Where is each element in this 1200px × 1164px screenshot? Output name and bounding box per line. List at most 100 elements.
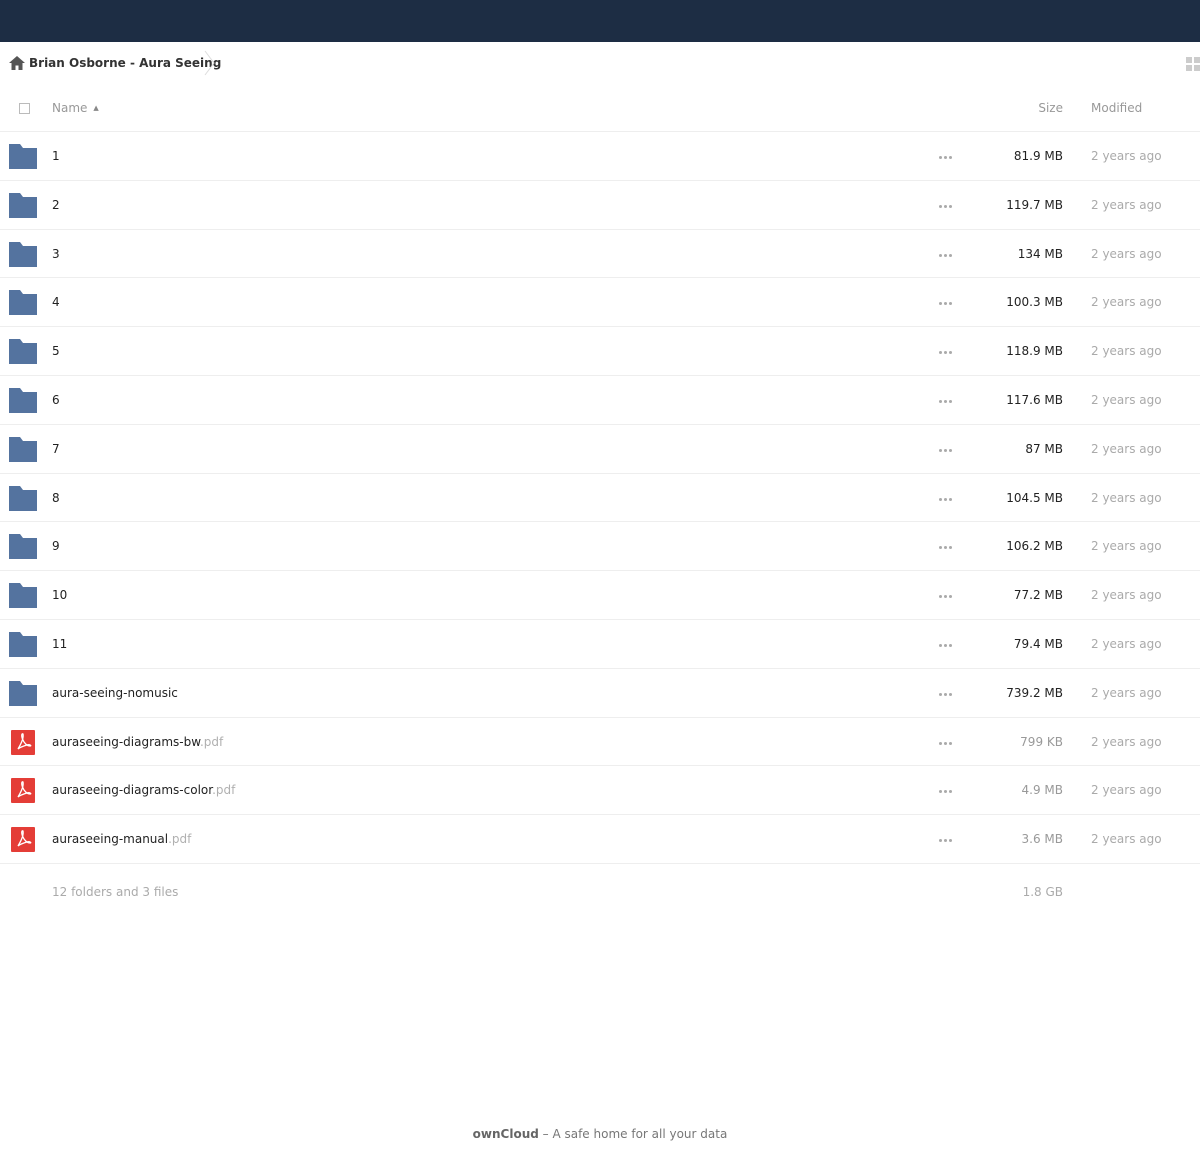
file-row[interactable]: 8 104.5 MB 2 years ago — [0, 474, 1200, 523]
file-name[interactable]: 6 — [52, 393, 60, 407]
folder-icon — [9, 583, 37, 609]
file-basename: 9 — [52, 539, 60, 554]
more-actions-icon[interactable] — [935, 636, 955, 652]
file-extension: .pdf — [199, 734, 224, 749]
folder-icon — [9, 680, 37, 706]
folder-icon — [9, 387, 37, 413]
file-size: 77.2 MB — [1013, 588, 1063, 603]
file-list: 1 81.9 MB 2 years ago 2 119.7 MB 2 years ago 3… — [0, 132, 1200, 864]
file-row[interactable]: auraseeing-manual.pdf 3.6 MB 2 years ago — [0, 815, 1200, 864]
file-modified: 2 years ago — [1091, 588, 1162, 603]
file-row[interactable]: aura-seeing-nomusic 739.2 MB 2 years ago — [0, 669, 1200, 718]
file-row[interactable]: 3 134 MB 2 years ago — [0, 230, 1200, 279]
file-size: 134 MB — [1017, 246, 1063, 261]
file-size: 4.9 MB — [1021, 783, 1063, 798]
select-all-checkbox[interactable] — [19, 103, 30, 114]
breadcrumb-separator-icon — [204, 50, 215, 76]
pdf-icon — [9, 729, 37, 755]
file-modified: 2 years ago — [1091, 441, 1162, 456]
file-size: 3.6 MB — [1021, 832, 1063, 847]
folder-icon — [9, 631, 37, 657]
grid-view-icon[interactable] — [1186, 57, 1200, 71]
pdf-icon — [9, 827, 37, 853]
file-name[interactable]: auraseeing-diagrams-color.pdf — [52, 783, 235, 797]
file-size: 104.5 MB — [1006, 490, 1063, 505]
file-list-header: Name ▲ Size Modified — [0, 84, 1200, 132]
file-name[interactable]: 8 — [52, 491, 60, 505]
folder-icon — [9, 192, 37, 218]
footer-brand-link[interactable]: ownCloud — [473, 1127, 539, 1141]
file-row[interactable]: auraseeing-diagrams-bw.pdf 799 KB 2 years … — [0, 718, 1200, 767]
sort-by-modified[interactable]: Modified — [1091, 101, 1142, 115]
more-actions-icon[interactable] — [935, 441, 955, 457]
folder-icon — [9, 241, 37, 267]
more-actions-icon[interactable] — [935, 343, 955, 359]
file-modified: 2 years ago — [1091, 197, 1162, 212]
sort-by-size[interactable]: Size — [1038, 101, 1063, 115]
folder-icon — [9, 485, 37, 511]
file-extension: .pdf — [212, 783, 236, 798]
file-name[interactable]: 1 — [52, 149, 60, 163]
file-name[interactable]: 10 — [52, 588, 67, 602]
more-actions-icon[interactable] — [935, 782, 955, 798]
file-row[interactable]: 4 100.3 MB 2 years ago — [0, 278, 1200, 328]
home-icon[interactable] — [9, 56, 25, 70]
file-name[interactable]: 11 — [52, 637, 67, 651]
file-name[interactable]: 9 — [52, 539, 60, 553]
more-actions-icon[interactable] — [935, 246, 955, 262]
file-basename: 11 — [52, 636, 68, 651]
more-actions-icon[interactable] — [935, 148, 955, 164]
file-modified: 2 years ago — [1091, 832, 1162, 847]
file-name[interactable]: auraseeing-diagrams-bw.pdf — [52, 735, 223, 749]
file-size: 81.9 MB — [1013, 149, 1063, 163]
file-name[interactable]: aura-seeing-nomusic — [52, 686, 178, 700]
file-modified: 2 years ago — [1091, 685, 1162, 700]
file-size: 739.2 MB — [1006, 685, 1063, 700]
top-header-bar — [0, 0, 1200, 42]
footer-tagline: – A safe home for all your data — [538, 1127, 728, 1141]
file-extension: .pdf — [168, 832, 192, 847]
file-modified: 2 years ago — [1091, 149, 1162, 163]
name-column-label: Name — [52, 101, 88, 115]
more-actions-icon[interactable] — [935, 294, 955, 310]
pdf-icon — [9, 778, 37, 804]
file-row[interactable]: 5 118.9 MB 2 years ago — [0, 327, 1200, 376]
file-modified: 2 years ago — [1091, 295, 1162, 310]
file-name[interactable]: 2 — [52, 198, 60, 212]
more-actions-icon[interactable] — [935, 831, 955, 847]
more-actions-icon[interactable] — [935, 197, 955, 213]
more-actions-icon[interactable] — [935, 538, 955, 554]
file-row[interactable]: 6 117.6 MB 2 years ago — [0, 376, 1200, 425]
file-basename: auraseeing-diagrams-bw — [52, 734, 200, 749]
folder-icon — [9, 436, 37, 462]
file-name[interactable]: 3 — [52, 247, 60, 261]
file-name[interactable]: auraseeing-manual.pdf — [52, 832, 191, 846]
file-row[interactable]: auraseeing-diagrams-color.pdf 4.9 MB 2 yea… — [0, 766, 1200, 816]
more-actions-icon[interactable] — [935, 734, 955, 750]
file-basename: auraseeing-manual — [52, 832, 169, 847]
folder-icon — [9, 290, 37, 316]
file-modified: 2 years ago — [1091, 344, 1162, 359]
file-row[interactable]: 2 119.7 MB 2 years ago — [0, 181, 1200, 230]
file-row[interactable]: 9 106.2 MB 2 years ago — [0, 522, 1200, 572]
file-name[interactable]: 4 — [52, 295, 60, 309]
file-row[interactable]: 1 81.9 MB 2 years ago — [0, 132, 1200, 181]
more-actions-icon[interactable] — [935, 587, 955, 603]
more-actions-icon[interactable] — [935, 392, 955, 408]
more-actions-icon[interactable] — [935, 490, 955, 506]
file-row[interactable]: 10 77.2 MB 2 years ago — [0, 571, 1200, 620]
sort-ascending-icon: ▲ — [93, 104, 99, 112]
breadcrumb-folder[interactable]: Brian Osborne - Aura Seeing — [29, 56, 221, 70]
sort-by-name[interactable]: Name ▲ — [52, 101, 99, 115]
file-basename: 6 — [52, 392, 60, 407]
file-row[interactable]: 7 87 MB 2 years ago — [0, 425, 1200, 474]
file-name[interactable]: 5 — [52, 344, 60, 358]
breadcrumb: Brian Osborne - Aura Seeing — [0, 42, 1200, 84]
file-basename: 3 — [52, 246, 60, 261]
file-name[interactable]: 7 — [52, 442, 60, 456]
file-size: 106.2 MB — [1006, 539, 1063, 554]
file-basename: 5 — [52, 344, 60, 359]
more-actions-icon[interactable] — [935, 685, 955, 701]
file-row[interactable]: 11 79.4 MB 2 years ago — [0, 620, 1200, 669]
file-size: 119.7 MB — [1006, 197, 1063, 212]
